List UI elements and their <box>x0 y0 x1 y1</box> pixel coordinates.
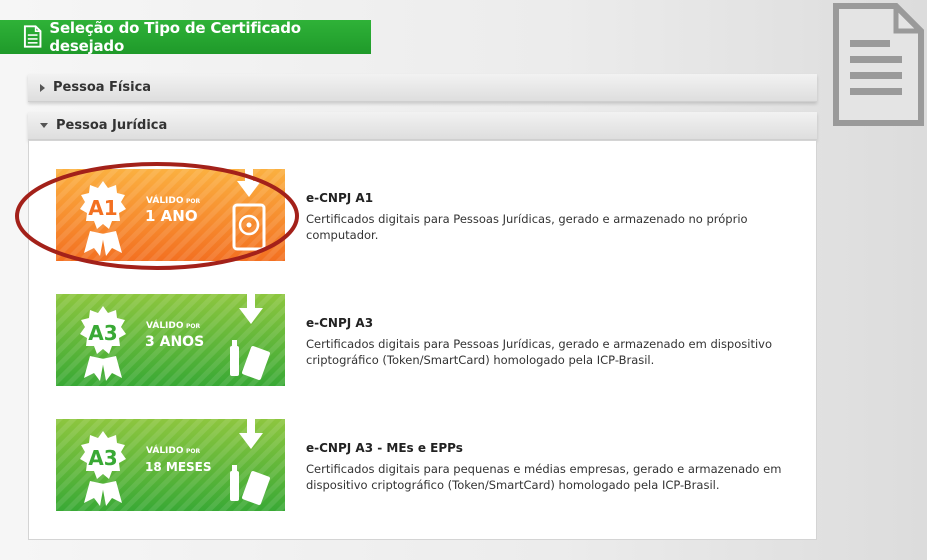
valid-por-label: POR <box>186 448 200 455</box>
certificate-info: e-CNPJ A3 - MEs e EPPs Certificados digi… <box>306 441 796 493</box>
certificate-option-ecnpj-a3[interactable]: A3 VÁLIDO POR 3 ANOS e-CNPJ A3 Certifica… <box>56 294 796 386</box>
certificate-banner-a3[interactable]: A3 VÁLIDO POR 3 ANOS <box>56 294 285 386</box>
duration-label: 1 ANO <box>145 207 198 225</box>
certificate-description: Certificados digitais para Pessoas Juríd… <box>306 212 748 242</box>
accordion-header-pessoa-fisica[interactable]: Pessoa Física <box>28 74 817 102</box>
certificate-info: e-CNPJ A3 Certificados digitais para Pes… <box>306 316 796 368</box>
badge-label: A3 <box>88 321 117 345</box>
certificate-title[interactable]: e-CNPJ A3 <box>306 316 796 330</box>
duration-label: 18 MESES <box>145 460 212 474</box>
valid-label: VÁLIDO <box>146 194 184 206</box>
certificate-banner-a3-mes-epps[interactable]: A3 VÁLIDO POR 18 MESES <box>56 419 285 511</box>
duration-label: 3 ANOS <box>145 334 204 350</box>
pessoa-juridica-panel: A1 VÁLIDO POR 1 ANO e-CNPJ A1 Certificad… <box>28 140 817 540</box>
accordion-header-pessoa-juridica[interactable]: Pessoa Jurídica <box>28 112 817 140</box>
page-title: Seleção do Tipo de Certificado desejado <box>49 19 301 55</box>
certificate-option-ecnpj-a1[interactable]: A1 VÁLIDO POR 1 ANO e-CNPJ A1 Certificad… <box>56 169 796 261</box>
document-icon <box>23 25 42 48</box>
page-header: Seleção do Tipo de Certificado desejado <box>0 19 371 55</box>
valid-label: VÁLIDO <box>146 319 184 331</box>
document-watermark-icon <box>833 3 924 126</box>
certificate-title[interactable]: e-CNPJ A1 <box>306 191 796 205</box>
accordion-pessoa-juridica[interactable]: Pessoa Jurídica <box>28 112 817 140</box>
accordion-label: Pessoa Física <box>53 80 152 95</box>
certificate-option-ecnpj-a3-mes-epps[interactable]: A3 VÁLIDO POR 18 MESES e-CNPJ A3 - MEs e… <box>56 419 796 511</box>
certificate-description: Certificados digitais para pequenas e mé… <box>306 462 782 492</box>
certificate-title[interactable]: e-CNPJ A3 - MEs e EPPs <box>306 441 796 455</box>
accordion-pessoa-fisica[interactable]: Pessoa Física <box>28 74 817 102</box>
badge-label: A3 <box>88 446 117 470</box>
valid-por-label: POR <box>186 198 200 205</box>
badge-label: A1 <box>88 196 117 220</box>
caret-right-icon <box>40 83 45 92</box>
caret-down-icon <box>40 123 48 128</box>
valid-por-label: POR <box>186 323 200 330</box>
accordion-label: Pessoa Jurídica <box>56 118 168 133</box>
certificate-description: Certificados digitais para Pessoas Juríd… <box>306 337 773 367</box>
certificate-info: e-CNPJ A1 Certificados digitais para Pes… <box>306 191 796 243</box>
valid-label: VÁLIDO <box>146 444 184 456</box>
certificate-banner-a1[interactable]: A1 VÁLIDO POR 1 ANO <box>56 169 285 261</box>
